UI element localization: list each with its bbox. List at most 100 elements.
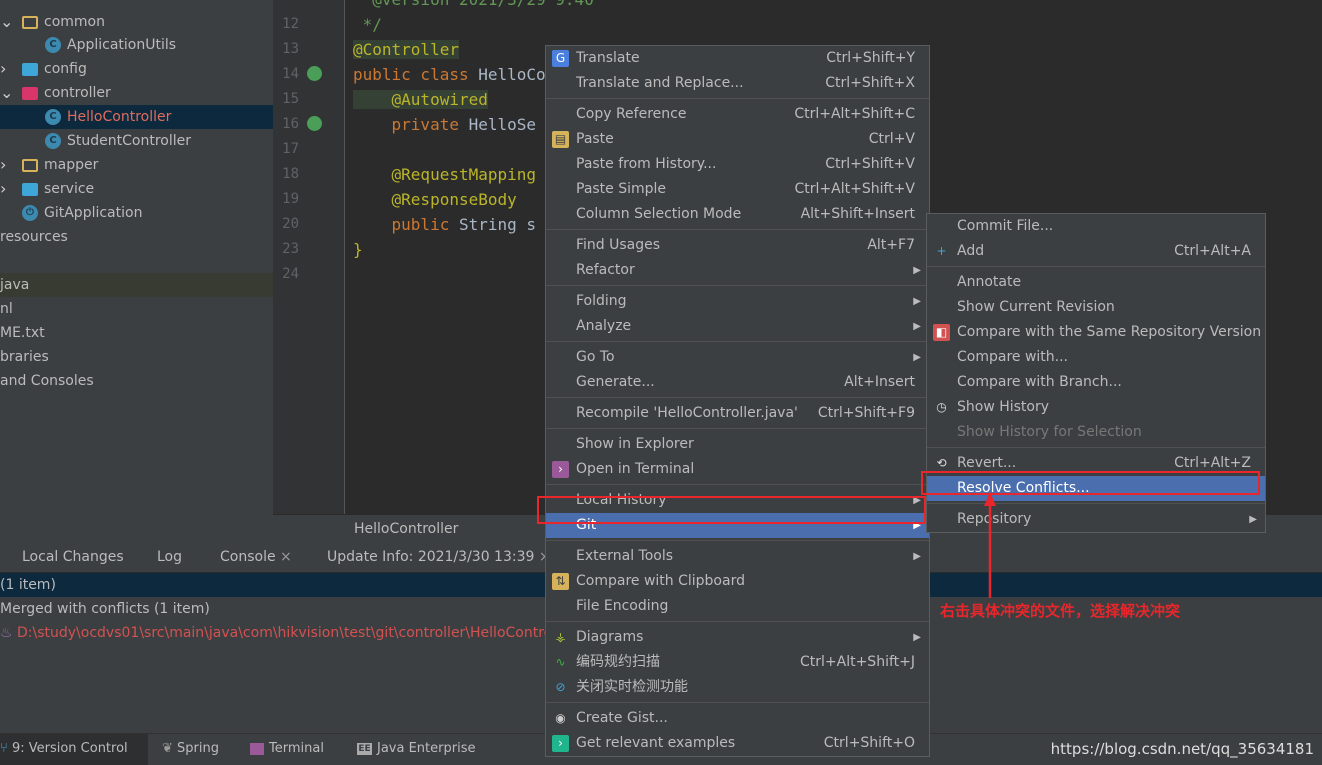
tool-tab-label: Terminal [269,741,324,756]
vc-row-group[interactable]: Merged with conflicts (1 item) [0,597,210,621]
tree-item-label: service [44,181,95,197]
chevron-right-icon[interactable]: › [0,57,12,81]
menu-item-add[interactable]: + Add Ctrl+Alt+A [927,239,1265,264]
annotation-box-git [537,496,926,524]
code-text: @ResponseBody [353,190,517,209]
menu-item-show-history[interactable]: ◷ Show History [927,395,1265,420]
menu-item-label: Recompile 'HelloController.java' [576,405,798,421]
menu-item-label: Column Selection Mode [576,206,742,222]
tree-item-label: StudentController [67,133,191,149]
menu-item-label: Paste from History... [576,156,717,172]
folder-icon [22,182,38,196]
diagram-icon: ⚶ [555,630,566,644]
menu-item-paste-simple[interactable]: Paste Simple Ctrl+Alt+Shift+V [546,177,929,202]
menu-item-translate-and-replace[interactable]: Translate and Replace... Ctrl+Shift+X [546,71,929,96]
chevron-right-icon[interactable]: › [0,153,12,177]
menu-item-compare-with-branch[interactable]: Compare with Branch... [927,370,1265,395]
menu-item-folding[interactable]: Folding ▶ [546,289,929,314]
code-line: */ [353,12,382,37]
menu-item-shortcut: Ctrl+Alt+A [1174,243,1251,259]
menu-item-label: Get relevant examples [576,735,736,751]
watermark: https://blog.csdn.net/qq_35634181 [1050,740,1314,758]
menu-item-create-gist[interactable]: ◉ Create Gist... [546,706,929,731]
menu-item-shortcut: Ctrl+Shift+V [825,156,915,172]
menu-item-paste-from-history[interactable]: Paste from History... Ctrl+Shift+V [546,152,929,177]
menu-item-column-selection-mode[interactable]: Column Selection Mode Alt+Shift+Insert [546,202,929,227]
vc-tab[interactable]: Local Changes [22,542,124,573]
disable-icon: ⊘ [555,680,566,694]
menu-item-label: Show History for Selection [957,424,1142,440]
spring-bean-gutter-icon[interactable] [307,66,322,81]
menu-item-recompile-hellocontroller-java[interactable]: Recompile 'HelloController.java' Ctrl+Shi… [546,401,929,426]
code-line: @Controller [353,37,459,62]
menu-item-show-in-explorer[interactable]: Show in Explorer [546,432,929,457]
submenu-arrow-icon: ▶ [913,551,921,562]
class-icon: C [45,37,61,53]
menu-item[interactable]: ⊘ 关闭实时检测功能 [546,675,929,700]
menu-item-commit-file[interactable]: Commit File... [927,214,1265,239]
menu-item-shortcut: Ctrl+V [868,131,915,147]
menu-item-label: Compare with Clipboard [576,573,745,589]
vc-tab-label: Console [220,549,276,565]
tool-tab-spring[interactable]: ❦ Spring [162,734,219,765]
menu-item-label: Paste [576,131,614,147]
tool-tab-label: 9: Version Control [11,741,128,756]
menu-item-label: 编码规约扫描 [576,654,660,670]
tool-tab-terminal[interactable]: Terminal [250,734,324,765]
code-text: HelloSe [468,115,537,134]
menu-item-translate[interactable]: G Translate Ctrl+Shift+Y [546,46,929,71]
code-text: } [353,240,363,259]
code-line: @RequestMapping [353,162,537,187]
chevron-down-icon[interactable]: ⌄ [0,81,13,105]
menu-item-annotate[interactable]: Annotate [927,270,1265,295]
chevron-right-icon[interactable]: › [0,177,12,201]
menu-item-compare-with-clipboard[interactable]: ⇅ Compare with Clipboard [546,569,929,594]
vc-tab[interactable]: Console × [220,542,292,573]
menu-item-get-relevant-examples[interactable]: › Get relevant examples Ctrl+Shift+O [546,731,929,756]
tree-item[interactable]: java [0,273,273,297]
menu-item-external-tools[interactable]: External Tools ▶ [546,544,929,569]
menu-item-paste[interactable]: ▤ Paste Ctrl+V [546,127,929,152]
tool-tab-version-control[interactable]: ⑂ 9: Version Control [0,734,148,765]
menu-item-shortcut: Ctrl+Shift+O [823,735,915,751]
menu-item-label: Diagrams [576,629,644,645]
menu-item-analyze[interactable]: Analyze ▶ [546,314,929,339]
menu-item-shortcut: Alt+Insert [844,374,915,390]
menu-item-shortcut: Ctrl+Alt+Shift+C [794,106,915,122]
tree-item[interactable]: C HelloController [0,105,273,129]
vc-row-file[interactable]: ♨ D:\study\ocdvs01\src\main\java\com\hik… [0,621,556,645]
menu-item-diagrams[interactable]: ⚶ Diagrams ▶ [546,625,929,650]
revert-icon: ⟲ [936,456,947,470]
autowired-gutter-icon[interactable] [307,116,322,131]
menu-item-repository[interactable]: Repository ▶ [927,507,1265,532]
folder-icon [22,15,38,29]
vc-tab[interactable]: Update Info: 2021/3/30 13:39 × [327,542,551,573]
menu-item-show-current-revision[interactable]: Show Current Revision [927,295,1265,320]
line-number: 16 [282,116,299,132]
tool-tab-java-enterprise[interactable]: EE Java Enterprise [357,734,475,765]
examples-icon: › [552,735,569,752]
chevron-down-icon[interactable]: ⌄ [0,10,13,34]
menu-item-compare-with[interactable]: Compare with... [927,345,1265,370]
menu-item-find-usages[interactable]: Find Usages Alt+F7 [546,233,929,258]
menu-item-shortcut: Ctrl+Shift+X [825,75,915,91]
menu-item-label: Create Gist... [576,710,668,726]
menu-item-refactor[interactable]: Refactor ▶ [546,258,929,283]
menu-item-generate[interactable]: Generate... Alt+Insert [546,370,929,395]
tool-tab-label: Spring [177,741,219,756]
menu-item-file-encoding[interactable]: File Encoding [546,594,929,619]
menu-item-compare-with-the-same-repository-version[interactable]: ◧ Compare with the Same Repository Versio… [927,320,1265,345]
menu-item-go-to[interactable]: Go To ▶ [546,345,929,370]
code-text: */ [353,15,382,34]
annotation-arrow [984,492,996,598]
menu-item-show-history-for-selection[interactable]: Show History for Selection [927,420,1265,445]
code-line: @ResponseBody [353,187,517,212]
code-text: String s [458,215,537,234]
close-icon[interactable]: × [276,549,292,565]
menu-item-open-in-terminal[interactable]: › Open in Terminal [546,457,929,482]
tree-item-label: ME.txt [0,325,45,341]
menu-item[interactable]: ∿ 编码规约扫描 Ctrl+Alt+Shift+J [546,650,929,675]
menu-item-copy-reference[interactable]: Copy Reference Ctrl+Alt+Shift+C [546,102,929,127]
line-number: 15 [282,91,299,107]
vc-tab[interactable]: Log [157,542,182,573]
